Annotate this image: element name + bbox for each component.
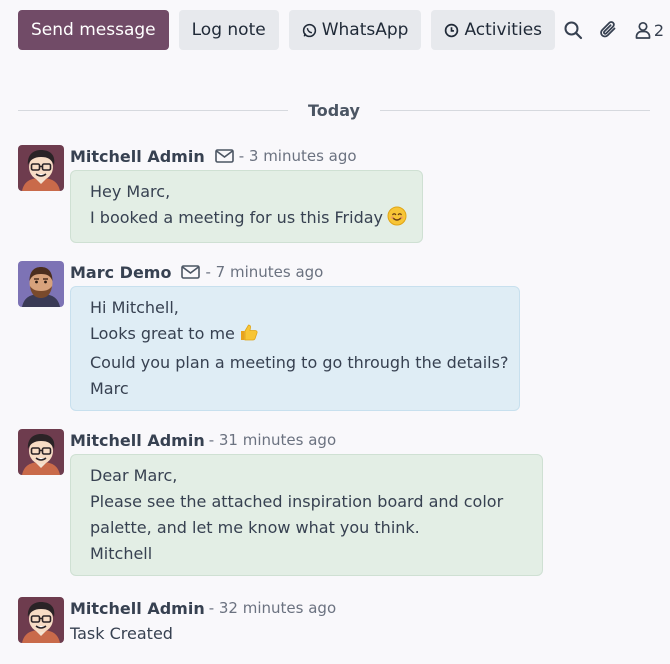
avatar[interactable] xyxy=(18,145,64,191)
message-line: Could you plan a meeting to go through t… xyxy=(90,353,509,372)
message-line: Hi Mitchell, xyxy=(90,298,179,317)
message-body: Hey Marc, I booked a meeting for us this… xyxy=(70,170,423,243)
message-time: - 32 minutes ago xyxy=(208,599,337,617)
message-line-with-emoji: Looks great to me xyxy=(90,321,500,350)
message-header: Mitchell Admin - 3 minutes ago xyxy=(70,145,357,167)
author-name[interactable]: Marc Demo xyxy=(70,263,171,282)
activities-label: Activities xyxy=(464,20,543,40)
message-line: Mitchell xyxy=(90,544,153,563)
chatter-tools: 2 xyxy=(547,10,664,50)
activities-button[interactable]: Activities xyxy=(431,10,556,50)
message-line: Looks great to me xyxy=(90,324,235,343)
author-name[interactable]: Mitchell Admin xyxy=(70,431,205,450)
avatar[interactable] xyxy=(18,597,64,643)
author-name[interactable]: Mitchell Admin xyxy=(70,599,205,618)
thumbs-up-emoji-icon xyxy=(239,322,259,350)
user-icon xyxy=(635,21,651,39)
message-line: Marc xyxy=(90,379,129,398)
message-header: Mitchell Admin - 32 minutes ago xyxy=(70,597,336,619)
message-body: Hi Mitchell, Looks great to me Could you… xyxy=(70,286,520,411)
message-body: Dear Marc, Please see the attached inspi… xyxy=(70,454,543,576)
message-line: Dear Marc, xyxy=(90,466,178,485)
search-icon[interactable] xyxy=(563,20,583,40)
followers-button[interactable]: 2 xyxy=(635,21,664,40)
message-line: palette, and let me know what you think. xyxy=(90,518,420,537)
author-name[interactable]: Mitchell Admin xyxy=(70,147,205,166)
avatar[interactable] xyxy=(18,429,64,475)
date-separator: Today xyxy=(18,99,650,121)
message-line: I booked a meeting for us this Friday xyxy=(90,208,384,227)
envelope-icon xyxy=(181,265,201,279)
message-header: Mitchell Admin - 31 minutes ago xyxy=(70,429,336,451)
avatar[interactable] xyxy=(18,261,64,307)
message-time: - 3 minutes ago xyxy=(238,147,357,165)
send-message-button[interactable]: Send message xyxy=(18,10,169,50)
date-separator-label: Today xyxy=(308,100,360,120)
whatsapp-label: WhatsApp xyxy=(321,20,409,40)
whatsapp-button[interactable]: WhatsApp xyxy=(288,10,422,50)
message-header: Marc Demo - 7 minutes ago xyxy=(70,261,323,283)
message-line: Hey Marc, xyxy=(90,182,171,201)
clock-icon xyxy=(445,23,459,37)
followers-count: 2 xyxy=(653,20,664,40)
whatsapp-icon xyxy=(302,23,316,37)
smiling-face-emoji-icon xyxy=(387,206,407,234)
chatter-toolbar: Send message Log note WhatsApp Activitie… xyxy=(18,10,565,50)
message-line-with-emoji: I booked a meeting for us this Friday xyxy=(90,205,407,234)
log-note-button[interactable]: Log note xyxy=(178,10,279,50)
message-time: - 31 minutes ago xyxy=(208,431,337,449)
message-line: Please see the attached inspiration boar… xyxy=(90,492,504,511)
separator-line xyxy=(18,109,289,111)
envelope-icon xyxy=(214,149,235,163)
paperclip-icon[interactable] xyxy=(599,19,619,41)
message-time: - 7 minutes ago xyxy=(205,263,324,281)
tracking-message: Task Created xyxy=(70,624,173,643)
separator-line xyxy=(379,109,650,111)
